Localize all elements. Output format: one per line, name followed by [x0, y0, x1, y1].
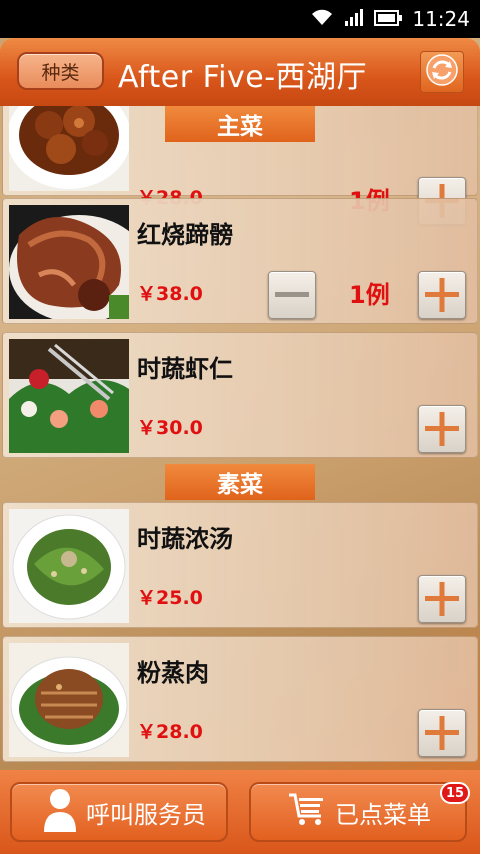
- dish-price: ￥28.0: [137, 721, 203, 743]
- refresh-button[interactable]: [420, 51, 464, 93]
- call-waiter-button[interactable]: 呼叫服务员: [10, 782, 228, 842]
- dish-quantity: 1例: [349, 281, 390, 309]
- page-title: After Five-西湖厅: [118, 60, 368, 95]
- dish-price: ￥30.0: [137, 417, 203, 439]
- wifi-icon: [310, 7, 334, 31]
- signal-icon: [344, 7, 364, 31]
- plus-icon: [425, 582, 459, 616]
- section-header-vegetable: 素菜: [165, 464, 315, 500]
- app-header: 种类 After Five-西湖厅: [0, 38, 480, 106]
- dish-name: 时蔬浓汤: [137, 525, 233, 553]
- person-icon: [42, 786, 78, 838]
- cart-icon: [287, 792, 327, 832]
- list-item: 时蔬虾仁 ￥30.0: [2, 332, 478, 458]
- dish-price: ￥25.0: [137, 587, 203, 609]
- dish-image: [9, 106, 129, 191]
- dish-image: [9, 509, 129, 623]
- call-waiter-label: 呼叫服务员: [86, 800, 206, 829]
- dish-price: ￥38.0: [137, 283, 203, 305]
- dish-image: [9, 205, 129, 319]
- list-item: 时蔬浓汤 ￥25.0: [2, 502, 478, 628]
- add-button[interactable]: [418, 709, 466, 757]
- plus-icon: [425, 716, 459, 750]
- status-bar: 11:24: [0, 0, 480, 38]
- ordered-menu-label: 已点菜单: [335, 800, 431, 829]
- ordered-count-badge: 15: [440, 782, 470, 804]
- list-item: 红烧蹄髈 ￥38.0 1例: [2, 198, 478, 324]
- add-button[interactable]: [418, 271, 466, 319]
- battery-icon: [374, 7, 403, 31]
- dish-image: [9, 339, 129, 453]
- plus-icon: [425, 412, 459, 446]
- menu-list[interactable]: ￥28.0 1例 主菜 红烧蹄髈 ￥38.0: [0, 106, 480, 770]
- category-button[interactable]: 种类: [17, 52, 104, 90]
- list-item: 粉蒸肉 ￥28.0: [2, 636, 478, 762]
- plus-icon: [425, 278, 459, 312]
- dish-name: 粉蒸肉: [137, 659, 209, 687]
- bottom-bar: 呼叫服务员 已点菜单: [0, 770, 480, 854]
- dish-name: 红烧蹄髈: [137, 221, 233, 249]
- refresh-icon: [425, 53, 459, 91]
- ordered-menu-button[interactable]: 已点菜单: [249, 782, 467, 842]
- dish-image: [9, 643, 129, 757]
- remove-button[interactable]: [268, 271, 316, 319]
- add-button[interactable]: [418, 405, 466, 453]
- minus-icon: [275, 292, 309, 297]
- add-button[interactable]: [418, 575, 466, 623]
- section-header-main: 主菜: [165, 106, 315, 142]
- dish-name: 时蔬虾仁: [137, 355, 233, 383]
- status-time: 11:24: [412, 7, 470, 31]
